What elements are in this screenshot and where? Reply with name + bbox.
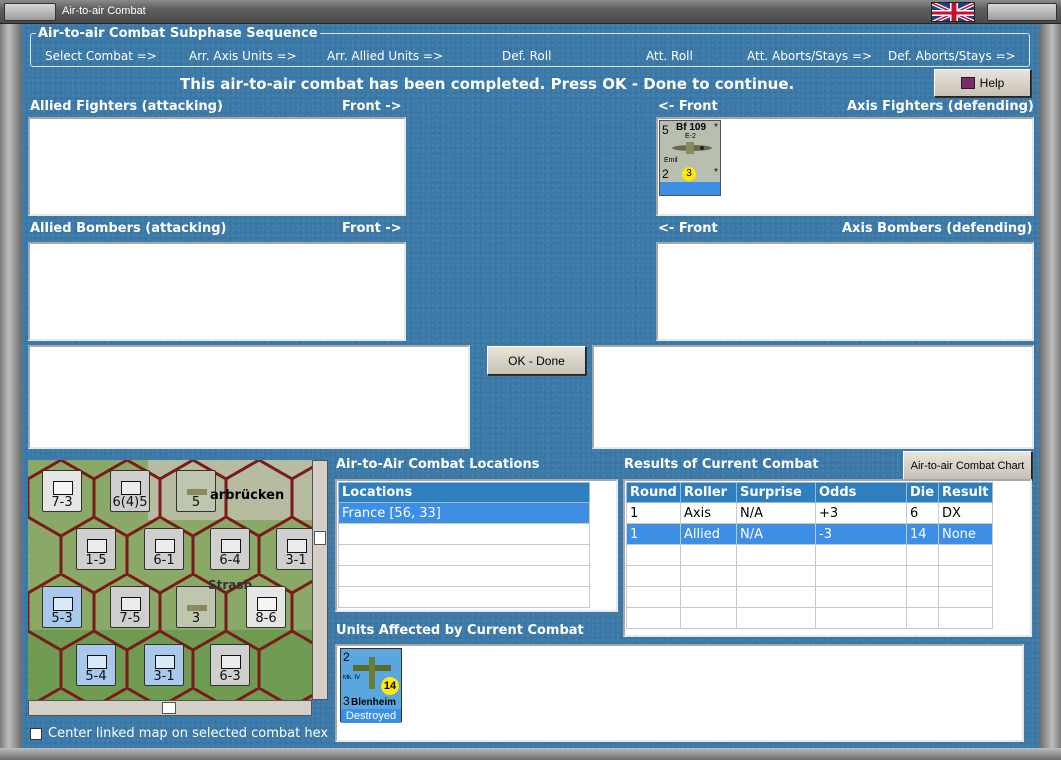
ok-done-button[interactable]: OK - Done [487,346,586,375]
results-title: Results of Current Combat [624,457,819,472]
axis-bombers-front: <- Front [658,221,718,236]
results-table: Round Roller Surprise Odds Die Result 1 … [626,482,993,629]
subphase-title: Air-to-air Combat Subphase Sequence [36,26,320,41]
affected-unit-attack: 3 [343,694,350,708]
title-bar: Air-to-air Combat [0,0,1061,24]
map-unit[interactable]: 3-1 [144,644,184,686]
step-select-combat: Select Combat => [45,49,157,63]
map-unit[interactable]: 8-6 [246,586,286,628]
results-box: Round Roller Surprise Odds Die Result 1 … [623,479,1032,637]
window-title: Air-to-air Combat [62,5,146,17]
map-horizontal-scrollbar[interactable] [28,700,312,716]
frame-right [1039,24,1061,760]
map-unit[interactable]: 6-3 [210,644,250,686]
map-unit[interactable]: 7-3 [42,470,82,512]
allied-bombers-box[interactable] [28,242,406,341]
counter-defense: 3 [682,167,696,181]
axis-bombers-box[interactable] [656,242,1034,341]
step-att-roll: Att. Roll [646,49,693,63]
location-row[interactable]: France [56, 33] [338,502,590,524]
help-button[interactable]: Help [934,69,1031,97]
results-header-die: Die [906,482,939,503]
center-map-checkbox-label: Center linked map on selected combat hex [48,726,329,741]
counter-variant: E-2 [685,133,696,140]
results-header-odds: Odds [815,482,907,503]
allied-fighters-label: Allied Fighters (attacking) [30,99,223,114]
linked-map[interactable]: 7-3 6(4)5 5 arbrücken 1-5 6-1 6-4 3-1 5-… [28,460,312,700]
map-vertical-scrollbar[interactable] [312,460,328,700]
affected-units-box [335,644,1024,742]
window-control-button[interactable] [987,3,1057,21]
step-def-aborts: Def. Aborts/Stays => [888,49,1016,63]
locations-table: Locations France [56, 33] [338,482,590,608]
map-unit[interactable]: 5-3 [42,586,82,628]
counter-selected-strip [660,182,720,195]
locations-list[interactable]: Locations France [56, 33] [335,479,618,612]
affected-unit-value: 14 [381,677,399,695]
axis-fighters-front: <- Front [658,99,718,114]
table-row[interactable]: 1 Allied N/A -3 14 None [626,523,993,545]
affected-unit-name: Blenheim [351,697,397,708]
results-header-surprise: Surprise [736,482,816,503]
map-unit[interactable]: 1-5 [76,528,116,570]
allied-fighters-front: Front -> [342,99,402,114]
counter-nick: Emil [664,157,678,164]
axis-bombers-label: Axis Bombers (defending) [842,221,1033,236]
counter-air-attack: 2 [662,167,669,181]
air-combat-chart-button[interactable]: Air-to-air Combat Chart [903,451,1032,480]
frame-left [0,24,22,760]
map-city-label: arbrücken [210,488,285,503]
system-menu-button[interactable] [4,3,56,21]
map-unit[interactable]: 3 [176,586,216,628]
step-arr-allied-units: Arr. Allied Units => [327,49,444,63]
step-arr-axis-units: Arr. Axis Units => [189,49,297,63]
axis-summary-box [592,345,1034,449]
step-att-aborts: Att. Aborts/Stays => [747,49,873,63]
table-row[interactable]: 1 Axis N/A +3 6 DX [626,502,993,524]
help-label: Help [979,76,1005,90]
map-unit[interactable]: 6-4 [210,528,250,570]
counter-marker-2: * [714,167,718,178]
center-map-checkbox[interactable] [30,728,42,740]
allied-fighters-box[interactable] [28,117,406,216]
allied-bombers-front: Front -> [342,221,402,236]
affected-unit-counter[interactable]: 2 Mk. IV 14 3 Blenheim Destroyed [340,648,402,723]
map-unit[interactable]: 5-4 [76,644,116,686]
counter-marker: * [714,122,718,133]
map-unit[interactable]: 6-1 [144,528,184,570]
frame-bottom [0,748,1061,760]
counter-range: 5 [662,123,669,137]
map-unit[interactable]: 3-1 [276,528,312,570]
uk-flag-icon [931,2,975,22]
results-header-result: Result [938,482,993,503]
axis-fighters-label: Axis Fighters (defending) [847,99,1034,114]
affected-unit-status: Destroyed [341,709,401,723]
map-hscroll-thumb[interactable] [162,702,176,714]
map-unit[interactable]: 6(4)5 [110,470,150,512]
status-message: This air-to-air combat has been complete… [180,75,795,93]
results-header-roller: Roller [680,482,737,503]
locations-header: Locations [338,482,590,503]
fighter-plane-icon [672,142,712,154]
results-header-round: Round [626,482,681,503]
axis-fighter-counter[interactable]: 5 Bf 109 * E-2 Emil 2 3 * [659,120,721,196]
map-vscroll-thumb[interactable] [314,531,326,545]
step-def-roll: Def. Roll [502,49,552,63]
help-book-icon [960,77,975,89]
allied-bombers-label: Allied Bombers (attacking) [30,221,227,236]
counter-name: Bf 109 [676,122,707,133]
affected-unit-range: 2 [343,650,350,664]
locations-title: Air-to-Air Combat Locations [336,457,540,472]
affected-title: Units Affected by Current Combat [336,623,584,638]
affected-unit-variant: Mk. IV [343,675,361,681]
allied-summary-box [28,345,470,449]
map-unit[interactable]: 7-5 [110,586,150,628]
